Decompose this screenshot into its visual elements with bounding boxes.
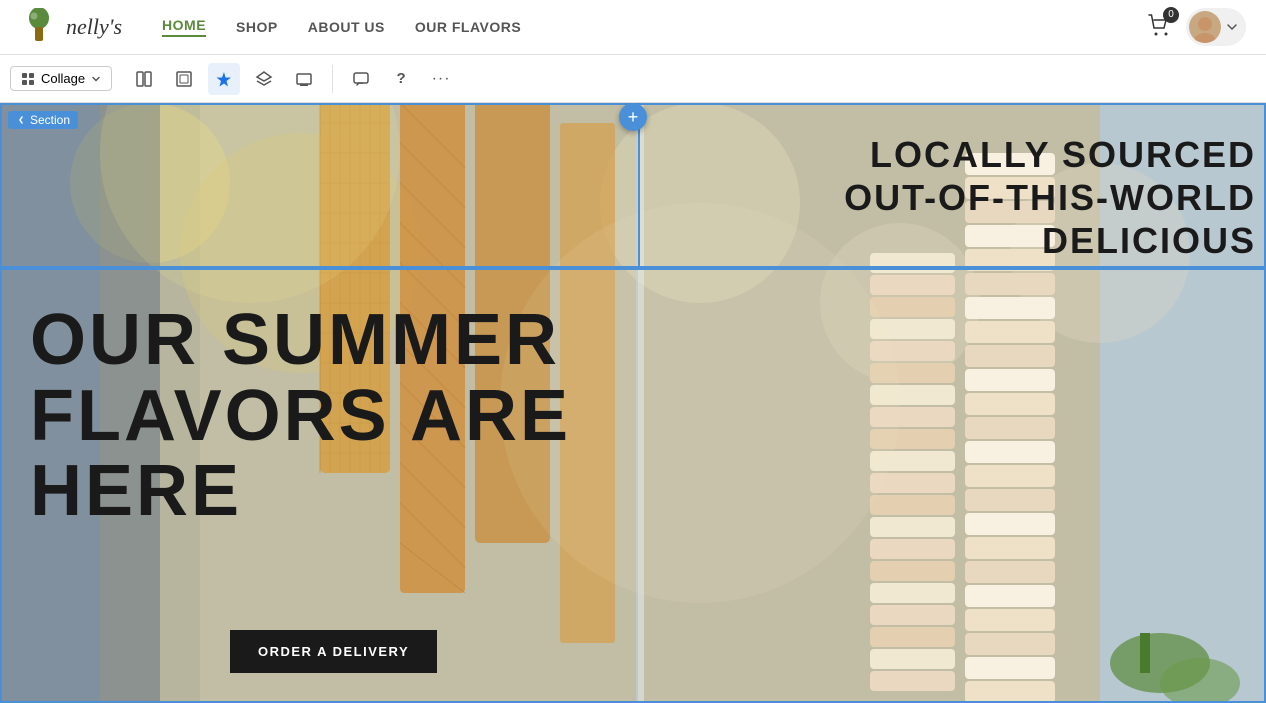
split-icon	[175, 70, 193, 88]
headline-line1: OUR SUMMER	[30, 303, 620, 379]
headline-line2: FLAVORS ARE	[30, 379, 620, 455]
tagline-line2: OUT-OF-THIS-WORLD DELICIOUS	[646, 176, 1256, 262]
nav-flavors[interactable]: OUR FLAVORS	[415, 19, 521, 35]
layers-button[interactable]	[248, 63, 280, 95]
view-mode-dropdown[interactable]: Collage	[10, 66, 112, 91]
cart-badge: 0	[1163, 7, 1179, 23]
editor-toolbar: Collage	[0, 55, 1266, 103]
toolbar-divider	[332, 65, 333, 93]
avatar	[1189, 11, 1221, 43]
tagline-line1: LOCALLY SOURCED	[646, 133, 1256, 176]
more-icon: ···	[432, 70, 451, 88]
preview-button[interactable]	[288, 63, 320, 95]
layers-icon	[255, 70, 273, 88]
cart-button[interactable]: 0	[1147, 13, 1171, 42]
logo-icon	[20, 8, 58, 46]
nav-home[interactable]: HOME	[162, 17, 206, 37]
collage-grid-icon	[21, 72, 35, 86]
user-account-button[interactable]	[1186, 8, 1246, 46]
headline-line3: HERE	[30, 454, 620, 530]
section-label[interactable]: Section	[8, 111, 78, 129]
preview-icon	[295, 70, 313, 88]
comment-button[interactable]	[345, 63, 377, 95]
navbar: nelly's HOME SHOP ABOUT US OUR FLAVORS 0	[0, 0, 1266, 55]
split-view-button[interactable]	[168, 63, 200, 95]
help-icon: ?	[397, 70, 406, 87]
hero-tagline: LOCALLY SOURCED OUT-OF-THIS-WORLD DELICI…	[646, 133, 1266, 263]
view-mode-label: Collage	[41, 71, 85, 86]
help-button[interactable]: ?	[385, 63, 417, 95]
ai-sparkle-icon	[215, 70, 233, 88]
chevron-down-icon	[1226, 21, 1238, 33]
panel-icon	[135, 70, 153, 88]
panel-view-button[interactable]	[128, 63, 160, 95]
add-icon: +	[628, 107, 639, 128]
logo[interactable]: nelly's	[20, 8, 122, 46]
section-text: Section	[30, 113, 70, 127]
nav-links: HOME SHOP ABOUT US OUR FLAVORS	[162, 17, 1147, 37]
nav-shop[interactable]: SHOP	[236, 19, 278, 35]
back-arrow-icon	[16, 115, 26, 125]
nav-about[interactable]: ABOUT US	[308, 19, 385, 35]
dropdown-arrow-icon	[91, 74, 101, 84]
hero-headline: OUR SUMMER FLAVORS ARE HERE	[0, 263, 640, 550]
more-options-button[interactable]: ···	[425, 63, 457, 95]
order-delivery-button[interactable]: ORDER A DELIVERY	[230, 630, 437, 673]
brand-name: nelly's	[66, 14, 122, 40]
ai-tools-button[interactable]	[208, 63, 240, 95]
add-section-button[interactable]: +	[619, 103, 647, 131]
section-divider-horizontal	[0, 268, 1266, 270]
comment-icon	[352, 70, 370, 88]
hero-section: Section + LOCALLY SOURCED OUT-OF-THIS-WO…	[0, 103, 1266, 703]
nav-right: 0	[1147, 8, 1246, 46]
